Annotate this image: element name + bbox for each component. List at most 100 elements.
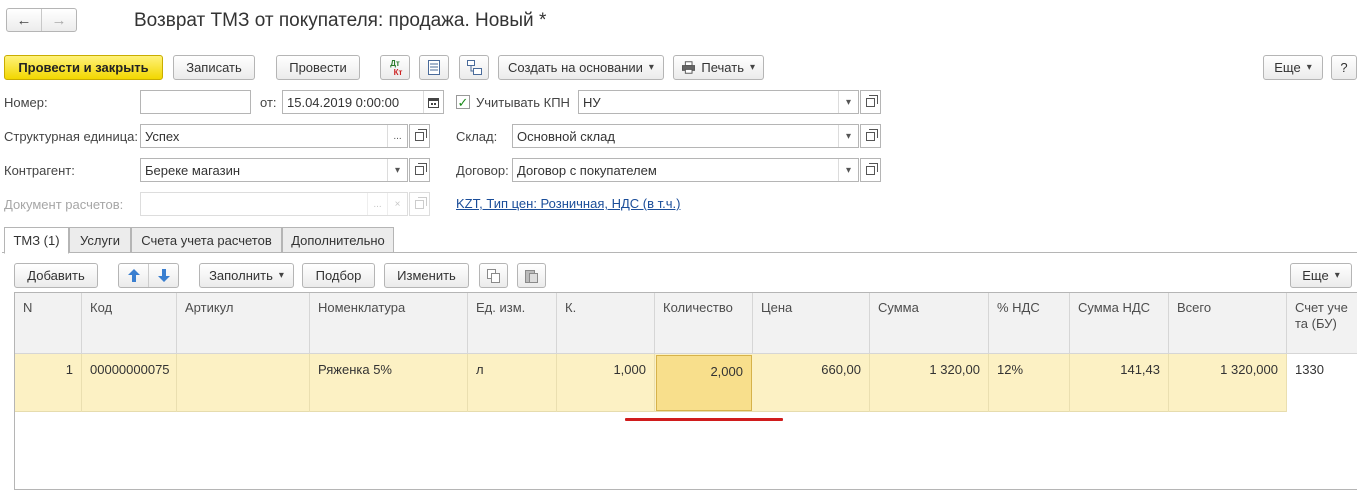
copy-button[interactable] (479, 263, 508, 288)
contract-value: Договор с покупателем (517, 162, 657, 178)
col-k[interactable]: К. (557, 293, 655, 354)
forward-icon[interactable]: → (41, 9, 76, 31)
col-item[interactable]: Номенклатура (310, 293, 468, 354)
printer-icon (682, 61, 696, 74)
print-button[interactable]: Печать (673, 55, 764, 80)
post-and-close-button[interactable]: Провести и закрыть (4, 55, 163, 80)
calendar-icon[interactable] (423, 91, 443, 113)
paste-button[interactable] (517, 263, 546, 288)
warehouse-select[interactable]: Основной склад ▾ (512, 124, 859, 148)
fill-button[interactable]: Заполнить (199, 263, 294, 288)
tab-additional[interactable]: Дополнительно (282, 227, 394, 253)
settlement-doc-label: Документ расчетов: (4, 197, 124, 212)
dt-kt-icon: Дт Кт (388, 58, 403, 77)
dt-label: Дт (390, 58, 400, 68)
move-up-icon[interactable] (119, 264, 149, 287)
date-label: от: (260, 95, 277, 110)
warehouse-label: Склад: (456, 129, 498, 144)
contract-label: Договор: (456, 163, 509, 178)
kpn-open-button[interactable] (860, 90, 881, 114)
red-underline-annotation (625, 418, 783, 421)
chevron-down-icon[interactable]: ▾ (387, 159, 407, 181)
chevron-down-icon[interactable]: ▾ (838, 159, 858, 181)
col-sum[interactable]: Сумма (870, 293, 989, 354)
kpn-checkbox[interactable]: ✓ (456, 95, 470, 109)
col-unit[interactable]: Ед. изм. (468, 293, 557, 354)
structure-button[interactable] (459, 55, 489, 80)
list-button[interactable] (419, 55, 449, 80)
price-type-link[interactable]: KZT, Тип цен: Розничная, НДС (в т.ч.) (456, 196, 680, 211)
dt-kt-button[interactable]: Дт Кт (380, 55, 410, 80)
col-vat-sum[interactable]: Сумма НДС (1070, 293, 1169, 354)
help-button[interactable]: ? (1331, 55, 1357, 80)
cell-code[interactable]: 00000000075 (82, 354, 177, 412)
kpn-select[interactable]: НУ ▾ (578, 90, 859, 114)
create-based-on-button[interactable]: Создать на основании (498, 55, 664, 80)
structural-unit-field[interactable]: Успех ... (140, 124, 408, 148)
contractor-value: Береке магазин (145, 162, 241, 178)
cell-vat-rate[interactable]: 12% (989, 354, 1070, 412)
more-button[interactable]: Еще (1263, 55, 1323, 80)
table-row[interactable]: 1 00000000075 Ряженка 5% л 1,000 2,000 6… (15, 354, 1357, 412)
back-icon[interactable]: ← (7, 9, 41, 31)
ellipsis-icon: ... (367, 193, 387, 215)
print-label: Печать (701, 60, 744, 75)
number-field[interactable] (140, 90, 251, 114)
col-total[interactable]: Всего (1169, 293, 1287, 354)
cell-unit[interactable]: л (468, 354, 557, 412)
add-row-button[interactable]: Добавить (14, 263, 98, 288)
cell-item[interactable]: Ряженка 5% (310, 354, 468, 412)
list-icon (428, 60, 440, 75)
contractor-open-button[interactable] (409, 158, 430, 182)
col-n[interactable]: N (15, 293, 82, 354)
col-price[interactable]: Цена (753, 293, 870, 354)
structure-icon (466, 60, 482, 75)
tab-settlement-accounts[interactable]: Счета учета расчетов (131, 227, 282, 253)
chevron-down-icon[interactable]: ▾ (838, 125, 858, 147)
cell-sum[interactable]: 1 320,00 (870, 354, 989, 412)
cell-account[interactable]: 1330 (1287, 354, 1357, 412)
kpn-value: НУ (583, 94, 601, 110)
cell-qty[interactable]: 2,000 (656, 355, 752, 411)
settlement-doc-field: ... × (140, 192, 408, 216)
change-button[interactable]: Изменить (384, 263, 469, 288)
open-icon (415, 162, 427, 175)
chevron-down-icon[interactable]: ▾ (838, 91, 858, 113)
tab-tmz[interactable]: ТМЗ (1) (4, 227, 69, 254)
cell-vat-sum[interactable]: 141,43 (1070, 354, 1169, 412)
warehouse-open-button[interactable] (860, 124, 881, 148)
date-value: 15.04.2019 0:00:00 (287, 94, 400, 110)
open-icon (866, 128, 878, 141)
table-more-button[interactable]: Еще (1290, 263, 1352, 288)
cell-k[interactable]: 1,000 (557, 354, 655, 412)
col-account[interactable]: Счет учета (БУ) (1287, 293, 1357, 354)
contract-select[interactable]: Договор с покупателем ▾ (512, 158, 859, 182)
post-button[interactable]: Провести (276, 55, 360, 80)
open-icon (866, 162, 878, 175)
col-article[interactable]: Артикул (177, 293, 310, 354)
kpn-label: Учитывать КПН (476, 95, 570, 110)
col-qty[interactable]: Количество (655, 293, 753, 354)
ellipsis-icon[interactable]: ... (387, 125, 407, 147)
save-button[interactable]: Записать (173, 55, 255, 80)
cell-total[interactable]: 1 320,000 (1169, 354, 1287, 412)
move-down-icon[interactable] (149, 264, 178, 287)
page-title: Возврат ТМЗ от покупателя: продажа. Новы… (134, 10, 547, 31)
contractor-select[interactable]: Береке магазин ▾ (140, 158, 408, 182)
contractor-label: Контрагент: (4, 163, 75, 178)
contract-open-button[interactable] (860, 158, 881, 182)
open-icon (415, 196, 427, 209)
cell-n[interactable]: 1 (15, 354, 82, 412)
goods-table: N Код Артикул Номенклатура Ед. изм. К. К… (14, 292, 1357, 490)
cell-price[interactable]: 660,00 (753, 354, 870, 412)
date-field[interactable]: 15.04.2019 0:00:00 (282, 90, 444, 114)
kt-label: Кт (393, 67, 403, 77)
tab-services[interactable]: Услуги (69, 227, 131, 253)
pick-button[interactable]: Подбор (302, 263, 375, 288)
col-vat-rate[interactable]: % НДС (989, 293, 1070, 354)
col-code[interactable]: Код (82, 293, 177, 354)
open-icon (415, 128, 427, 141)
cell-article[interactable] (177, 354, 310, 412)
navigation-arrows: ← → (6, 8, 77, 32)
structural-unit-open-button[interactable] (409, 124, 430, 148)
